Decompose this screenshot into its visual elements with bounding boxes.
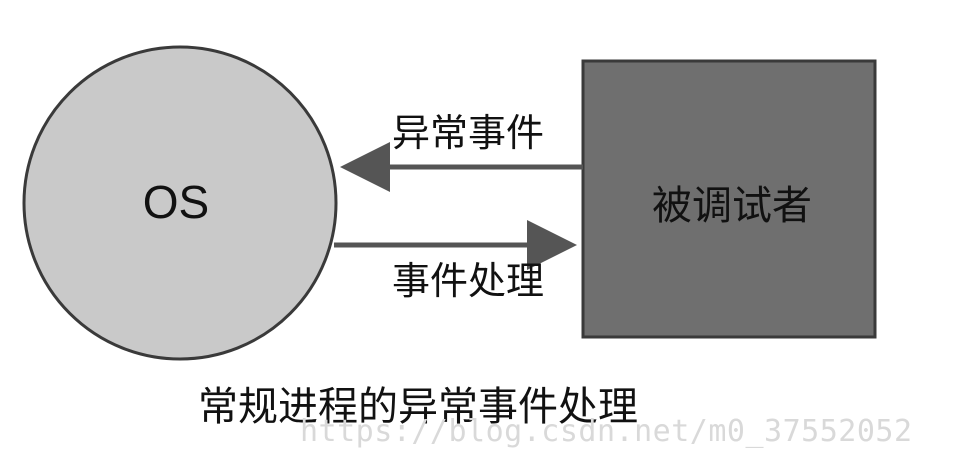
os-label: OS — [143, 176, 209, 228]
diagram-canvas: OS 被调试者 异常事件 事件处理 常规进程的异常事件处理 — [22, 45, 877, 430]
debuggee-label: 被调试者 — [652, 183, 812, 229]
exception-event-label: 异常事件 — [392, 111, 544, 155]
event-handling-label: 事件处理 — [392, 259, 544, 303]
watermark-text: https://blog.csdn.net/m0_37552052 — [300, 414, 913, 449]
